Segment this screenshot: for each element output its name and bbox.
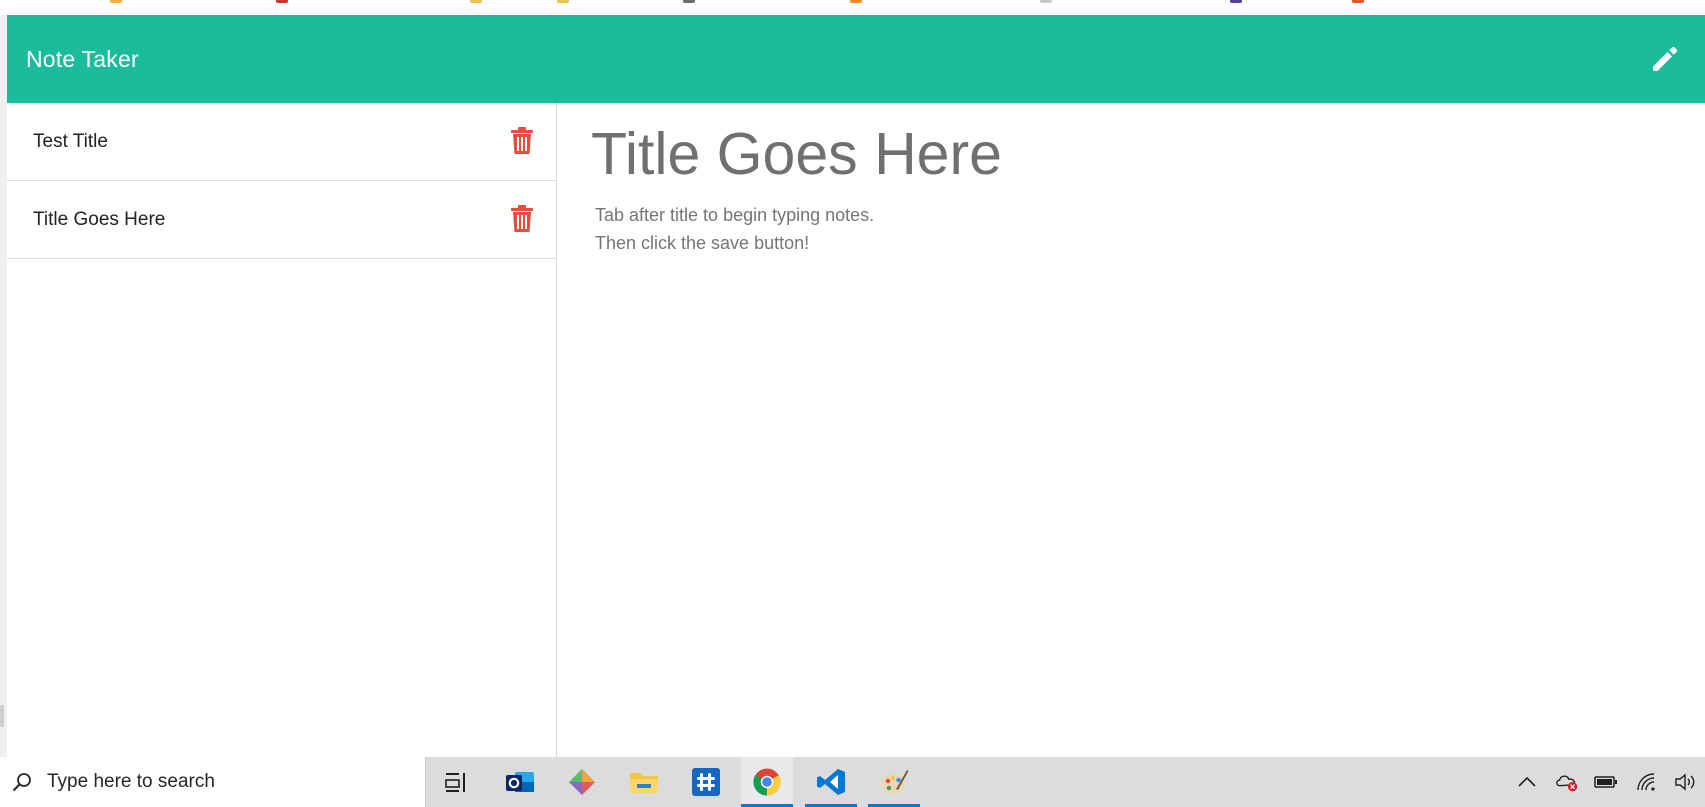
- speaker-icon: [1675, 773, 1695, 791]
- bookmark-fragment[interactable]: [850, 0, 862, 3]
- bookmark-fragment[interactable]: [1352, 0, 1364, 3]
- vscode-icon: [817, 769, 845, 795]
- taskbar-search-box[interactable]: Type here to search: [0, 757, 426, 807]
- new-note-button[interactable]: [1643, 37, 1687, 81]
- folder-icon: [630, 773, 658, 793]
- paint-palette-icon: [881, 770, 909, 794]
- slack-icon: [692, 768, 720, 796]
- file-explorer-taskbar-button[interactable]: [618, 757, 670, 807]
- task-view-icon: [445, 773, 465, 792]
- network-tray-button[interactable]: [1635, 770, 1659, 794]
- chrome-icon: [753, 768, 781, 796]
- note-text-placeholder-line: Tab after title to begin typing notes.: [595, 205, 875, 225]
- git-app-icon: [569, 769, 595, 795]
- bookmark-fragment[interactable]: [276, 0, 288, 3]
- note-title: Test Title: [33, 130, 108, 152]
- bookmark-fragment[interactable]: [1230, 0, 1242, 3]
- bookmark-fragment[interactable]: [470, 0, 482, 3]
- paint-taskbar-button[interactable]: [868, 757, 920, 807]
- windows-taskbar: Type here to search: [0, 757, 1705, 807]
- tray-overflow-button[interactable]: [1515, 770, 1539, 794]
- search-icon: [12, 773, 31, 792]
- outlook-icon: [506, 772, 534, 792]
- chevron-up-icon: [1518, 776, 1536, 787]
- bookmarks-bar-strip: [0, 0, 1705, 16]
- navbar: Note Taker: [7, 15, 1705, 103]
- list-item[interactable]: Test Title: [7, 103, 556, 181]
- note-editor: Title Goes Here Tab after title to begin…: [557, 103, 1705, 757]
- bookmark-fragment[interactable]: [683, 0, 695, 3]
- note-title: Title Goes Here: [33, 208, 166, 230]
- note-title-input[interactable]: Title Goes Here: [591, 117, 1491, 191]
- notes-sidebar: Test Title Title Goes Here: [7, 103, 557, 757]
- note-text-placeholder-line: Then click the save button!: [595, 233, 810, 253]
- onedrive-tray-button[interactable]: [1555, 770, 1579, 794]
- wifi-icon: [1637, 773, 1655, 791]
- search-placeholder: Type here to search: [47, 771, 215, 792]
- trash-icon[interactable]: [510, 127, 534, 155]
- volume-tray-button[interactable]: [1674, 770, 1698, 794]
- pencil-icon: [1653, 46, 1678, 71]
- resize-grip[interactable]: [0, 705, 4, 727]
- vscode-taskbar-button[interactable]: [805, 757, 857, 807]
- app-title[interactable]: Note Taker: [26, 46, 139, 73]
- task-view-button[interactable]: [431, 757, 483, 807]
- battery-tray-button[interactable]: [1594, 770, 1618, 794]
- battery-icon: [1594, 776, 1617, 788]
- slack-taskbar-button[interactable]: [680, 757, 732, 807]
- git-app-taskbar-button[interactable]: [556, 757, 608, 807]
- outlook-taskbar-button[interactable]: [494, 757, 546, 807]
- bookmark-fragment[interactable]: [110, 0, 122, 3]
- trash-icon[interactable]: [510, 205, 534, 233]
- bookmark-fragment[interactable]: [557, 0, 569, 3]
- chrome-taskbar-button[interactable]: [741, 757, 793, 807]
- onedrive-error-icon: [1556, 775, 1578, 792]
- bookmark-fragment[interactable]: [1040, 0, 1052, 3]
- note-text-area[interactable]: Tab after title to begin typing notes. T…: [595, 201, 1295, 281]
- list-item[interactable]: Title Goes Here: [7, 181, 556, 259]
